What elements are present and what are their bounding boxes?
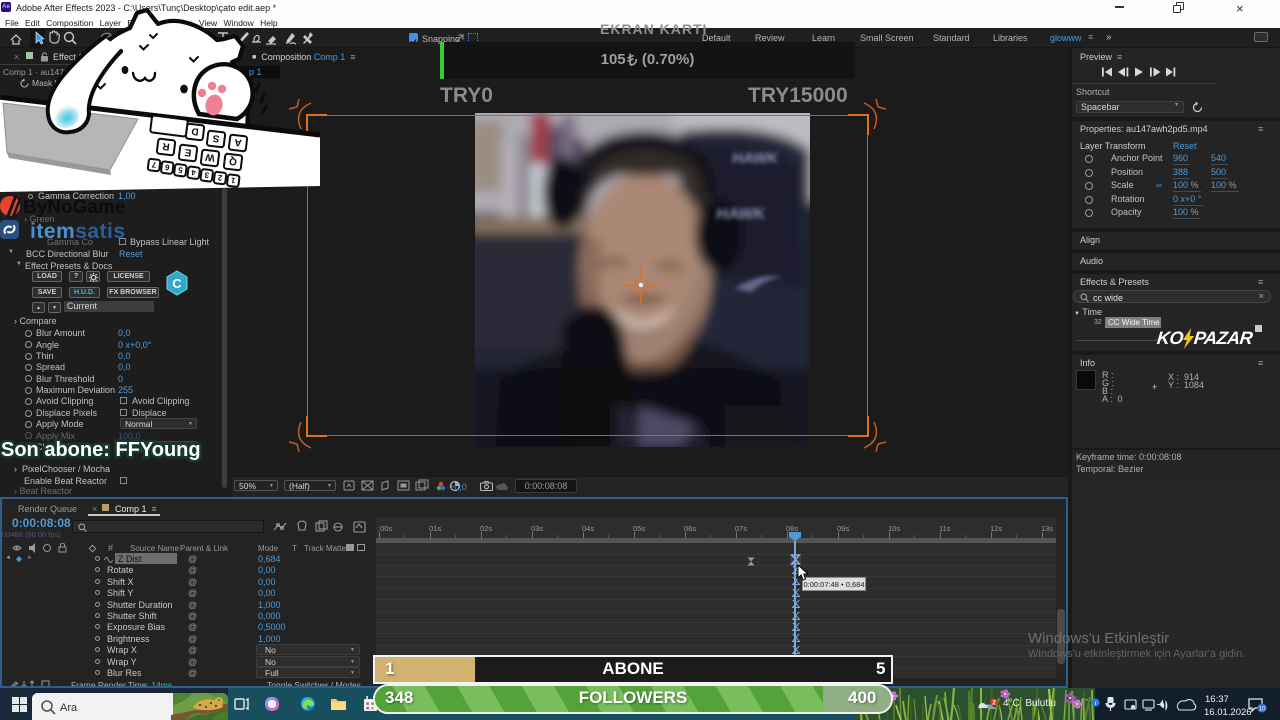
svg-text:i: i: [1094, 700, 1096, 707]
svg-text:■: ■: [371, 706, 374, 712]
svg-text:10: 10: [1258, 706, 1266, 713]
svg-text:2: 2: [992, 700, 996, 707]
svg-text:C: C: [172, 276, 182, 291]
svg-text:■: ■: [366, 706, 369, 712]
svg-text:Ara: Ara: [60, 702, 78, 714]
